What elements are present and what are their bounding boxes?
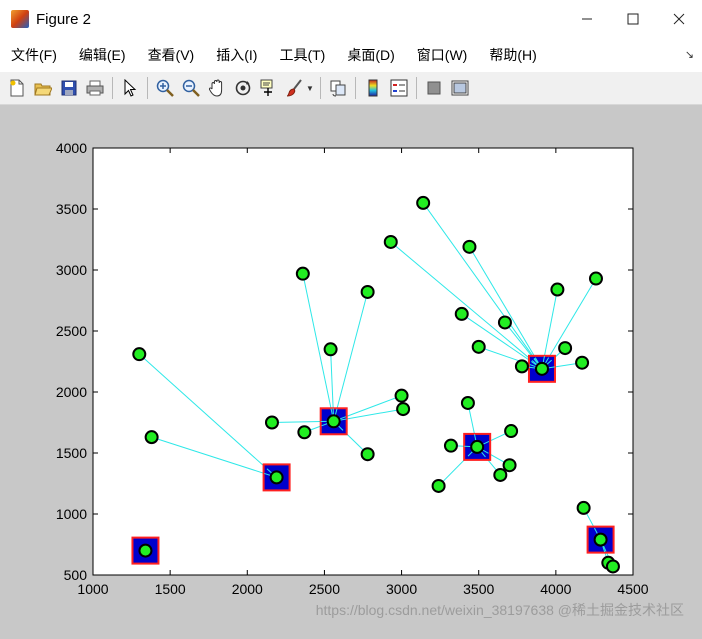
x-tick-label: 4000: [540, 581, 571, 597]
menu-tools[interactable]: 工具(T): [268, 45, 336, 65]
menu-desktop[interactable]: 桌面(D): [336, 45, 405, 65]
x-tick-label: 3500: [463, 581, 494, 597]
y-tick-label: 2000: [56, 384, 87, 400]
title-bar: Figure 2: [0, 0, 702, 38]
data-point: [297, 268, 309, 280]
data-point: [559, 342, 571, 354]
data-point: [516, 360, 528, 372]
brush-dropdown-icon[interactable]: ▼: [306, 84, 314, 93]
menu-help[interactable]: 帮助(H): [478, 45, 547, 65]
close-button[interactable]: [656, 0, 702, 38]
toolbar-separator: [147, 77, 148, 99]
pan-icon[interactable]: [206, 77, 228, 99]
data-point: [551, 284, 563, 296]
data-point: [417, 197, 429, 209]
y-tick-label: 1000: [56, 506, 87, 522]
x-tick-label: 4500: [617, 581, 648, 597]
save-icon[interactable]: [58, 77, 80, 99]
data-point: [139, 545, 151, 557]
link-plot-icon[interactable]: [327, 77, 349, 99]
y-tick-label: 4000: [56, 140, 87, 156]
dock-arrow-icon[interactable]: ↘: [685, 48, 694, 61]
y-tick-label: 3000: [56, 262, 87, 278]
data-point: [471, 441, 483, 453]
rotate-3d-icon[interactable]: [232, 77, 254, 99]
data-point: [385, 236, 397, 248]
maximize-button[interactable]: [610, 0, 656, 38]
data-point: [456, 308, 468, 320]
pointer-icon[interactable]: [119, 77, 141, 99]
data-point: [463, 241, 475, 253]
data-cursor-icon[interactable]: [258, 77, 280, 99]
toolbar-separator: [355, 77, 356, 99]
data-point: [328, 415, 340, 427]
print-icon[interactable]: [84, 77, 106, 99]
x-tick-label: 3000: [386, 581, 417, 597]
x-tick-label: 2000: [232, 581, 263, 597]
data-point: [433, 480, 445, 492]
data-point: [590, 273, 602, 285]
data-point: [396, 390, 408, 402]
y-tick-label: 1500: [56, 445, 87, 461]
zoom-in-icon[interactable]: [154, 77, 176, 99]
toolbar-separator: [320, 77, 321, 99]
data-point: [362, 448, 374, 460]
data-point: [298, 426, 310, 438]
data-point: [325, 343, 337, 355]
figure-canvas: 1000150020002500300035004000450050010001…: [0, 106, 702, 634]
menu-edit[interactable]: 编辑(E): [68, 45, 137, 65]
data-point: [133, 348, 145, 360]
x-tick-label: 1500: [155, 581, 186, 597]
legend-icon[interactable]: [388, 77, 410, 99]
zoom-out-icon[interactable]: [180, 77, 202, 99]
data-point: [362, 286, 374, 298]
data-point: [536, 363, 548, 375]
data-point: [505, 425, 517, 437]
data-point: [499, 316, 511, 328]
y-tick-label: 3500: [56, 201, 87, 217]
y-tick-label: 2500: [56, 323, 87, 339]
brush-icon[interactable]: [284, 77, 306, 99]
toolbar-separator: [112, 77, 113, 99]
menu-window[interactable]: 窗口(W): [406, 45, 479, 65]
data-point: [462, 397, 474, 409]
data-point: [146, 431, 158, 443]
data-point: [576, 357, 588, 369]
menu-insert[interactable]: 插入(I): [205, 45, 268, 65]
data-point: [504, 459, 516, 471]
data-point: [607, 560, 619, 572]
colorbar-icon[interactable]: [362, 77, 384, 99]
data-point: [266, 417, 278, 429]
data-point: [494, 469, 506, 481]
figure-toolbar: ▼: [0, 72, 702, 105]
matlab-logo-icon: [11, 10, 29, 28]
data-point: [397, 403, 409, 415]
new-figure-icon[interactable]: [6, 77, 28, 99]
hide-plot-tools-icon[interactable]: [423, 77, 445, 99]
window-title: Figure 2: [36, 11, 91, 28]
minimize-button[interactable]: [564, 0, 610, 38]
scatter-plot[interactable]: 1000150020002500300035004000450050010001…: [0, 106, 702, 634]
x-tick-label: 2500: [309, 581, 340, 597]
x-tick-label: 1000: [77, 581, 108, 597]
data-point: [595, 534, 607, 546]
data-point: [271, 471, 283, 483]
toolbar-separator: [416, 77, 417, 99]
show-plot-tools-icon[interactable]: [449, 77, 471, 99]
menu-view[interactable]: 查看(V): [137, 45, 206, 65]
data-point: [578, 502, 590, 514]
data-point: [445, 440, 457, 452]
data-point: [473, 341, 485, 353]
open-file-icon[interactable]: [32, 77, 54, 99]
y-tick-label: 500: [64, 567, 88, 583]
menu-bar: 文件(F) 编辑(E) 查看(V) 插入(I) 工具(T) 桌面(D) 窗口(W…: [0, 38, 702, 72]
watermark: https://blog.csdn.net/weixin_38197638 @稀…: [316, 600, 684, 620]
menu-file[interactable]: 文件(F): [0, 45, 68, 65]
window-controls: [564, 0, 702, 38]
